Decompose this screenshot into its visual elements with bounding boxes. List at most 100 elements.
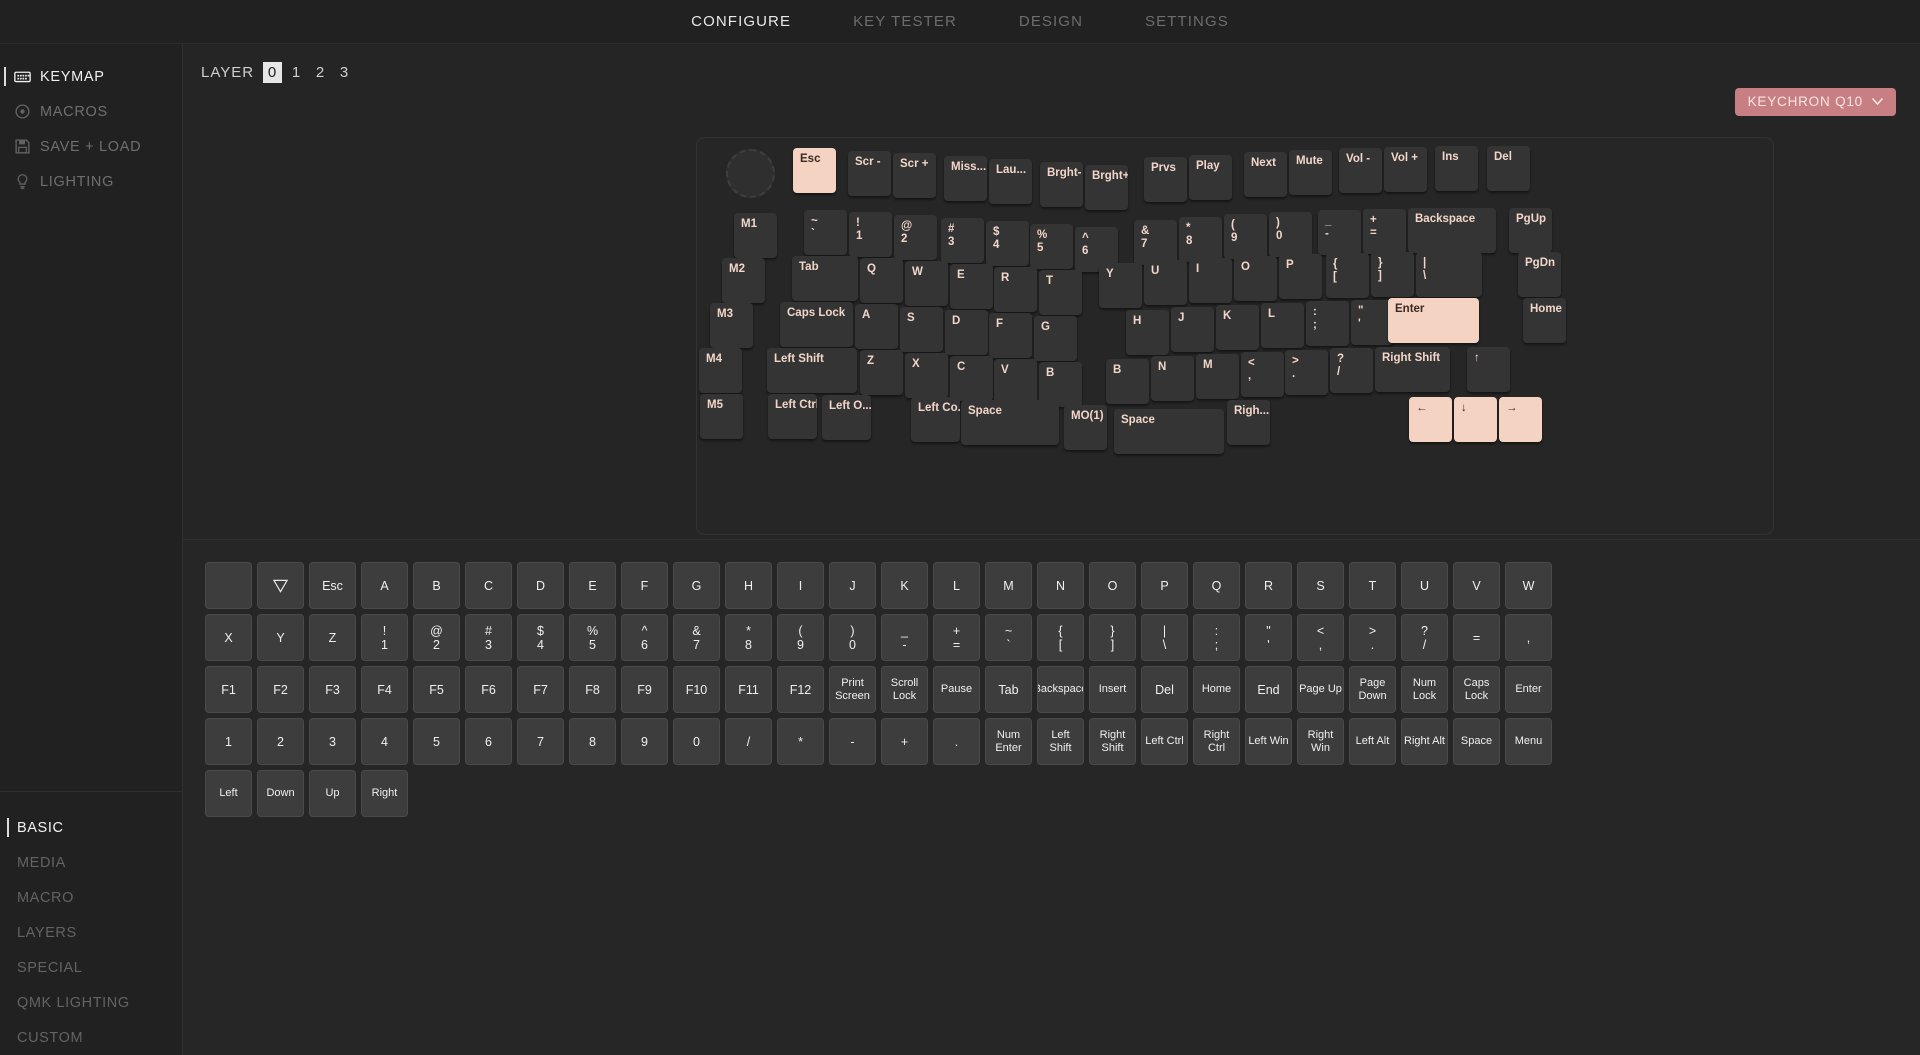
keyboard-key-8[interactable]: * 8: [1179, 217, 1222, 262]
keyboard-key-scr[interactable]: Scr -: [848, 151, 891, 196]
keyboard-key-left-ctrl[interactable]: Left Ctrl: [768, 394, 817, 439]
keyboard-key-key[interactable]: ←: [1409, 397, 1452, 442]
picker-key-i[interactable]: I: [777, 562, 824, 609]
keyboard-key-b[interactable]: B: [1106, 359, 1149, 404]
picker-key-blank[interactable]: #3: [465, 614, 512, 661]
keyboard-key-q[interactable]: Q: [860, 258, 903, 303]
keyboard-key-miss[interactable]: Miss...: [944, 156, 987, 201]
picker-key-m[interactable]: M: [985, 562, 1032, 609]
picker-key-blank[interactable]: (9: [777, 614, 824, 661]
keyboard-key-4[interactable]: $ 4: [986, 221, 1029, 266]
picker-key-home[interactable]: Home: [1193, 666, 1240, 713]
picker-key-5[interactable]: 5: [413, 718, 460, 765]
picker-key-f12[interactable]: F12: [777, 666, 824, 713]
keyboard-key-w[interactable]: W: [905, 261, 948, 306]
picker-key-d[interactable]: D: [517, 562, 564, 609]
keyboard-key-key[interactable]: ↓: [1454, 397, 1497, 442]
picker-key-insert[interactable]: Insert: [1089, 666, 1136, 713]
picker-key-left-win[interactable]: Left Win: [1245, 718, 1292, 765]
layer-button-3[interactable]: 3: [335, 62, 354, 83]
keyboard-key-m5[interactable]: M5: [700, 394, 743, 439]
category-media[interactable]: MEDIA: [0, 845, 182, 880]
keyboard-key-brght[interactable]: Brght+: [1085, 165, 1128, 210]
picker-key-menu[interactable]: Menu: [1505, 718, 1552, 765]
picker-key-f3[interactable]: F3: [309, 666, 356, 713]
keyboard-key-f[interactable]: F: [989, 313, 1032, 358]
picker-key-blank[interactable]: _-: [881, 614, 928, 661]
picker-key-y[interactable]: Y: [257, 614, 304, 661]
picker-key-7[interactable]: 7: [517, 718, 564, 765]
keyboard-key-m4[interactable]: M4: [699, 348, 742, 393]
keyboard-key-e[interactable]: E: [950, 264, 993, 309]
picker-key-left[interactable]: LeftShift: [1037, 718, 1084, 765]
keyboard-key-h[interactable]: H: [1126, 310, 1169, 355]
keyboard-key-space[interactable]: Space: [961, 400, 1059, 445]
keyboard-key-g[interactable]: G: [1034, 316, 1077, 361]
picker-key-f9[interactable]: F9: [621, 666, 668, 713]
keyboard-key-r[interactable]: R: [994, 267, 1037, 312]
picker-key-scroll[interactable]: ScrollLock: [881, 666, 928, 713]
picker-key-f8[interactable]: F8: [569, 666, 616, 713]
picker-key-j[interactable]: J: [829, 562, 876, 609]
category-basic[interactable]: BASIC: [0, 810, 182, 845]
picker-key-blank[interactable]: |\: [1141, 614, 1188, 661]
picker-key-right-alt[interactable]: Right Alt: [1401, 718, 1448, 765]
picker-key-blank[interactable]: [205, 562, 252, 609]
picker-key-caps[interactable]: CapsLock: [1453, 666, 1500, 713]
picker-key-f1[interactable]: F1: [205, 666, 252, 713]
picker-key-u[interactable]: U: [1401, 562, 1448, 609]
picker-key-blank[interactable]: :;: [1193, 614, 1240, 661]
picker-key-blank[interactable]: )0: [829, 614, 876, 661]
keyboard-key-key[interactable]: < ,: [1241, 352, 1284, 397]
category-special[interactable]: SPECIAL: [0, 950, 182, 985]
keyboard-key-2[interactable]: @ 2: [894, 215, 937, 260]
picker-key-right[interactable]: RightShift: [1089, 718, 1136, 765]
picker-key-p[interactable]: P: [1141, 562, 1188, 609]
keyboard-key-x[interactable]: X: [905, 353, 948, 398]
picker-key-blank[interactable]: /: [725, 718, 772, 765]
picker-key-num[interactable]: NumEnter: [985, 718, 1032, 765]
picker-key-s[interactable]: S: [1297, 562, 1344, 609]
picker-key-g[interactable]: G: [673, 562, 720, 609]
picker-key-blank[interactable]: ,: [1505, 614, 1552, 661]
picker-key-left[interactable]: Left: [205, 770, 252, 817]
picker-key-blank[interactable]: >.: [1349, 614, 1396, 661]
topnav-item-design[interactable]: DESIGN: [1017, 9, 1085, 34]
picker-key-9[interactable]: 9: [621, 718, 668, 765]
keyboard-key-del[interactable]: Del: [1487, 146, 1530, 191]
sidebar-item-save-load[interactable]: SAVE + LOAD: [0, 129, 182, 164]
picker-key-z[interactable]: Z: [309, 614, 356, 661]
sidebar-item-macros[interactable]: MACROS: [0, 94, 182, 129]
picker-key-f11[interactable]: F11: [725, 666, 772, 713]
keyboard-key-n[interactable]: N: [1151, 356, 1194, 401]
keyboard-key-left-co[interactable]: Left Co...: [911, 397, 960, 442]
picker-key-page[interactable]: PageDown: [1349, 666, 1396, 713]
picker-key-l[interactable]: L: [933, 562, 980, 609]
category-qmk-lighting[interactable]: QMK LIGHTING: [0, 985, 182, 1020]
picker-key-blank[interactable]: ?/: [1401, 614, 1448, 661]
keyboard-key-m3[interactable]: M3: [710, 303, 753, 348]
picker-key-backspace[interactable]: Backspace: [1037, 666, 1084, 713]
keyboard-key-m1[interactable]: M1: [734, 213, 777, 258]
keyboard-key-z[interactable]: Z: [860, 350, 903, 395]
keyboard-key-m2[interactable]: M2: [722, 258, 765, 303]
picker-key-0[interactable]: 0: [673, 718, 720, 765]
picker-key-x[interactable]: X: [205, 614, 252, 661]
picker-key-blank[interactable]: "': [1245, 614, 1292, 661]
keyboard-key-9[interactable]: ( 9: [1224, 214, 1267, 259]
layer-button-1[interactable]: 1: [287, 62, 306, 83]
keyboard-key-mo-1[interactable]: MO(1): [1064, 405, 1107, 450]
picker-key-r[interactable]: R: [1245, 562, 1292, 609]
picker-key-f7[interactable]: F7: [517, 666, 564, 713]
keyboard-key-m[interactable]: M: [1196, 354, 1239, 399]
topnav-item-settings[interactable]: SETTINGS: [1143, 9, 1231, 34]
picker-key-v[interactable]: V: [1453, 562, 1500, 609]
picker-key-f4[interactable]: F4: [361, 666, 408, 713]
keyboard-key-1[interactable]: ! 1: [849, 212, 892, 257]
keyboard-key-esc[interactable]: Esc: [793, 148, 836, 193]
picker-key-print[interactable]: PrintScreen: [829, 666, 876, 713]
keyboard-key-l[interactable]: L: [1261, 303, 1304, 348]
keyboard-key-y[interactable]: Y: [1099, 263, 1142, 308]
keyboard-key-backspace[interactable]: Backspace: [1408, 208, 1496, 253]
keyboard-key-k[interactable]: K: [1216, 305, 1259, 350]
